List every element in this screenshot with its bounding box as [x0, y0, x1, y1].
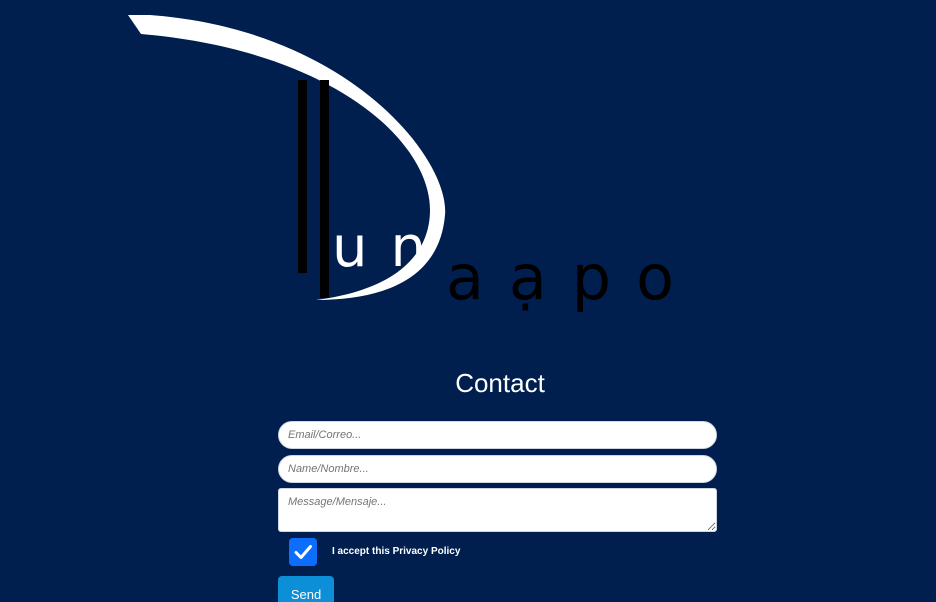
- logo-bar-right: [320, 80, 329, 298]
- privacy-consent-row: I accept this Privacy Policy: [278, 535, 718, 569]
- logo-text-dark: aạpo: [446, 241, 674, 314]
- name-field[interactable]: [278, 455, 717, 483]
- logo-bar-left: [298, 80, 307, 273]
- privacy-policy-label: I accept this Privacy Policy: [332, 546, 461, 557]
- contact-form: I accept this Privacy Policy Send: [278, 421, 718, 602]
- logo-text-light: un: [332, 215, 426, 280]
- privacy-checkbox[interactable]: [289, 538, 317, 566]
- checkmark-icon: [294, 545, 312, 559]
- send-button[interactable]: Send: [278, 576, 334, 602]
- brand-logo: un aạpo: [128, 15, 674, 314]
- email-field[interactable]: [278, 421, 717, 449]
- contact-page: un aạpo Contact I accept this Privacy Po…: [0, 0, 936, 602]
- message-field[interactable]: [278, 488, 717, 532]
- contact-title: Contact: [455, 368, 545, 398]
